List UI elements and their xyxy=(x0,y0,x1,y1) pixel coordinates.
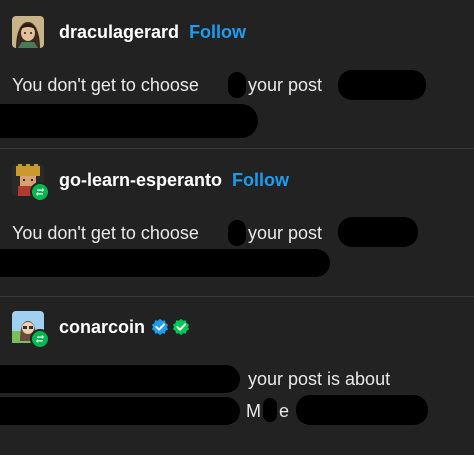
post-text: e xyxy=(279,401,290,421)
redaction xyxy=(296,395,428,425)
post-header: conarcoin xyxy=(12,309,193,349)
follow-button[interactable]: Follow xyxy=(189,22,246,43)
post-card: conarcoin your post is about M e xyxy=(0,297,474,455)
redaction xyxy=(0,104,258,138)
redaction xyxy=(228,72,246,98)
post-text: your post xyxy=(248,223,323,243)
avatar[interactable] xyxy=(12,164,50,202)
redaction xyxy=(338,217,418,247)
follow-button[interactable]: Follow xyxy=(232,170,289,191)
post-header: draculagerard Follow xyxy=(12,14,246,50)
post-text: M xyxy=(246,401,261,421)
post-card: go-learn-esperanto Follow You don't get … xyxy=(0,149,474,297)
redaction xyxy=(0,365,240,393)
reblog-icon xyxy=(30,182,50,202)
username[interactable]: conarcoin xyxy=(59,317,145,338)
username[interactable]: draculagerard xyxy=(59,22,179,43)
post-card: draculagerard Follow You don't get to ch… xyxy=(0,0,474,149)
post-header: go-learn-esperanto Follow xyxy=(12,162,289,202)
redaction xyxy=(263,398,277,422)
post-text: your post xyxy=(248,75,323,95)
avatar[interactable] xyxy=(12,16,44,48)
verified-green-badge-icon[interactable] xyxy=(172,318,190,336)
post-text: You don't get to choose xyxy=(12,223,199,243)
reblog-icon xyxy=(30,329,50,349)
avatar[interactable] xyxy=(12,311,50,349)
redaction xyxy=(338,70,426,100)
redaction xyxy=(228,220,246,246)
redaction xyxy=(0,397,240,425)
verified-badge-icon[interactable] xyxy=(151,318,169,336)
post-text: You don't get to choose xyxy=(12,75,199,95)
username[interactable]: go-learn-esperanto xyxy=(59,170,222,191)
post-text: your post is about xyxy=(248,369,391,389)
badges xyxy=(151,318,193,336)
redaction xyxy=(0,249,330,277)
